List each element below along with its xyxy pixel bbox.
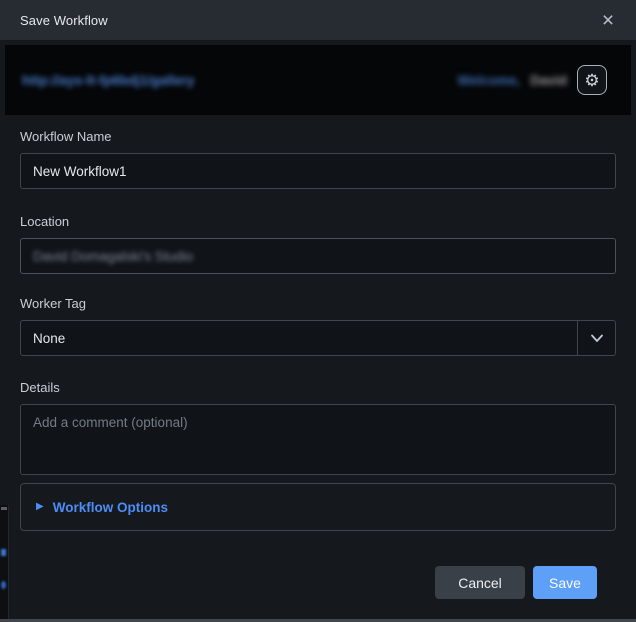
worker-tag-label: Worker Tag — [20, 296, 616, 311]
select-divider — [577, 321, 578, 355]
location-value: David Domagalski's Studio — [33, 249, 193, 264]
dialog-body: Workflow Name Location David Domagalski'… — [0, 115, 636, 599]
dialog-title: Save Workflow — [20, 13, 108, 28]
gallery-header-right: Welcome, David ⚙ — [457, 65, 607, 95]
location-group: Location David Domagalski's Studio — [20, 214, 616, 274]
background-icon-fragment — [1, 581, 6, 589]
background-app-sliver — [0, 505, 9, 619]
workflow-name-group: Workflow Name — [20, 129, 616, 189]
gallery-url-link[interactable]: http://ays-lt-fp6bdj1/gallery — [22, 73, 195, 88]
location-input[interactable]: David Domagalski's Studio — [20, 238, 616, 274]
worker-tag-select[interactable]: None — [20, 320, 616, 356]
save-button[interactable]: Save — [533, 566, 597, 599]
expander-arrow-icon: ▶ — [36, 502, 44, 512]
workflow-options-label: Workflow Options — [53, 500, 168, 515]
dialog-titlebar: Save Workflow × — [0, 0, 636, 40]
settings-button[interactable]: ⚙ — [577, 65, 607, 95]
welcome-label: Welcome, — [457, 73, 520, 88]
worker-tag-value: None — [21, 331, 65, 346]
worker-tag-group: Worker Tag None — [20, 296, 616, 356]
close-icon[interactable]: × — [596, 8, 620, 32]
dialog-footer: Cancel Save — [20, 566, 616, 599]
workflow-options-expander[interactable]: ▶ Workflow Options — [20, 483, 616, 531]
workflow-name-input[interactable] — [20, 153, 616, 189]
details-label: Details — [20, 380, 616, 395]
cancel-button[interactable]: Cancel — [435, 566, 525, 599]
workflow-name-label: Workflow Name — [20, 129, 616, 144]
gear-icon: ⚙ — [584, 72, 599, 89]
chevron-down-icon[interactable] — [588, 329, 606, 347]
user-name-link[interactable]: David — [530, 73, 567, 88]
gallery-header: http://ays-lt-fp6bdj1/gallery Welcome, D… — [5, 45, 631, 115]
details-group: Details — [20, 380, 616, 475]
background-icon-fragment — [1, 507, 7, 510]
details-textarea[interactable] — [20, 404, 616, 475]
location-label: Location — [20, 214, 616, 229]
background-icon-fragment — [1, 549, 6, 556]
save-workflow-dialog: Save Workflow × http://ays-lt-fp6bdj1/ga… — [0, 0, 636, 622]
